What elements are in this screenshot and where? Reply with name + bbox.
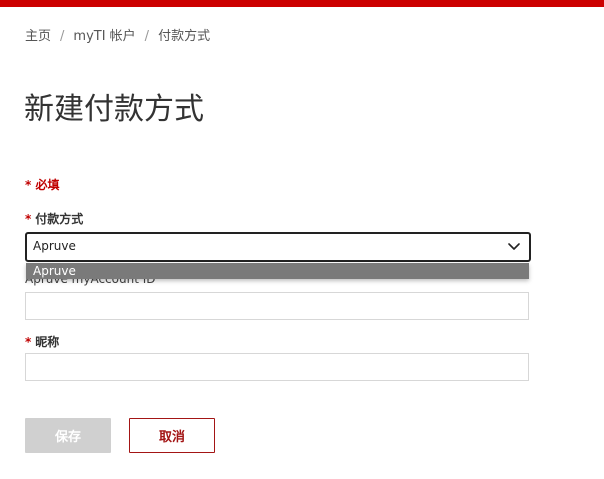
dropdown-option-apruve[interactable]: Apruve [26, 263, 529, 279]
payment-method-label: * 付款方式 [25, 210, 83, 227]
brand-top-bar [0, 0, 604, 7]
required-marker: * [25, 335, 32, 349]
required-marker: * [25, 212, 32, 226]
chevron-down-icon [508, 243, 520, 250]
payment-method-selected-value: Apruve [33, 239, 76, 253]
payment-method-label-text: 付款方式 [35, 212, 84, 226]
breadcrumb-myti-account[interactable]: myTI 帐户 [73, 29, 135, 44]
breadcrumb: 主页 / myTI 帐户 / 付款方式 [25, 25, 210, 44]
breadcrumb-separator: / [60, 29, 65, 44]
nickname-input[interactable] [25, 353, 529, 381]
breadcrumb-home[interactable]: 主页 [25, 29, 51, 44]
payment-method-dropdown: Apruve [26, 263, 529, 279]
cancel-button[interactable]: 取消 [129, 418, 215, 453]
nickname-label: * 昵称 [25, 333, 59, 350]
account-id-input[interactable] [25, 292, 529, 320]
nickname-label-text: 昵称 [35, 335, 60, 349]
breadcrumb-separator: / [144, 29, 150, 44]
payment-method-select[interactable]: Apruve [25, 232, 531, 262]
required-note: * 必填 [25, 178, 60, 192]
save-button[interactable]: 保存 [25, 418, 111, 453]
page-title: 新建付款方式 [24, 92, 204, 127]
breadcrumb-current: 付款方式 [158, 29, 211, 44]
